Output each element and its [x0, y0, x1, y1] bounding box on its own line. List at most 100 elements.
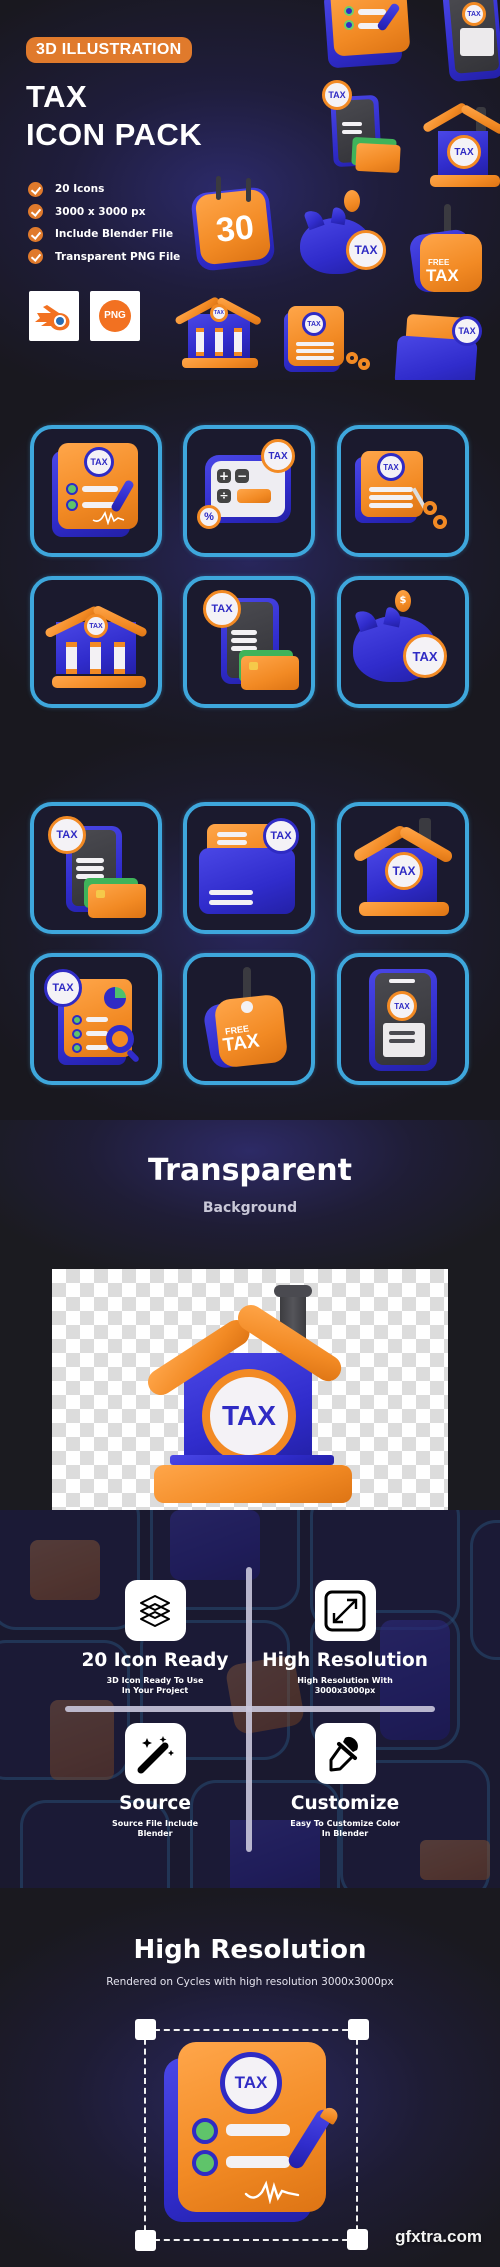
- hero-section: 3D ILLUSTRATION TAX ICON PACK 20 Icons 3…: [0, 0, 500, 380]
- tax-folder-icon: TAX: [392, 310, 492, 380]
- tax-coin: TAX: [84, 447, 114, 477]
- blender-logo-icon: [35, 305, 70, 331]
- icon-grid-section-2: TAX TAX TAX TAX FREE TAX TAX: [0, 740, 500, 1120]
- icon-card[interactable]: + − ÷ TAX %: [183, 425, 315, 557]
- feature-title: High Resolution: [262, 1650, 428, 1671]
- icon-card[interactable]: TAX: [337, 953, 469, 1085]
- png-file-tile: PNG: [90, 291, 140, 341]
- check-circle-icon: [28, 204, 43, 220]
- icon-card[interactable]: TAX: [183, 802, 315, 934]
- tax-coin: TAX: [203, 590, 241, 628]
- tax-house-icon: TAX: [421, 101, 500, 189]
- icon-card[interactable]: $ TAX: [337, 576, 469, 708]
- hero-title: TAX ICON PACK: [26, 78, 202, 154]
- tax-coin: TAX: [447, 135, 481, 169]
- feature-title: Customize: [290, 1793, 400, 1814]
- feature-description: High Resolution With 3000x3000px: [297, 1676, 393, 1695]
- feature-card: Customize Easy To Customize Color In Ble…: [245, 1723, 445, 1838]
- tax-house-icon: TAX: [341, 806, 465, 930]
- tax-coin: TAX: [302, 312, 326, 336]
- tax-bank-icon: TAX: [174, 292, 263, 372]
- feature-list-item: Transparent PNG File: [28, 246, 180, 269]
- resize-handle-top-left[interactable]: [135, 2019, 156, 2040]
- section-title: Transparent: [148, 1153, 352, 1188]
- tax-bank-icon: TAX: [34, 580, 158, 704]
- section-subtitle: Rendered on Cycles with high resolution …: [106, 1976, 394, 1988]
- tax-coin: TAX: [387, 991, 417, 1021]
- icon-grid-section-1: TAX + − ÷ TAX % TAX TAX TAX $ TAX: [0, 380, 500, 740]
- tax-document-cut-icon: TAX: [341, 429, 465, 553]
- transparent-background-section: Transparent Background TAX: [0, 1120, 500, 1510]
- hero-title-line2: ICON PACK: [26, 117, 203, 152]
- tax-coin: TAX: [261, 439, 295, 473]
- color-picker-icon: [314, 1723, 376, 1784]
- feature-card: Source Source File Include Blender: [55, 1723, 255, 1838]
- tax-coin: TAX: [44, 969, 82, 1007]
- tax-coin: TAX: [48, 816, 86, 854]
- tax-coin: TAX: [452, 316, 482, 346]
- feature-label: Include Blender File: [55, 228, 174, 241]
- icon-card[interactable]: TAX: [337, 425, 469, 557]
- hero-title-line1: TAX: [26, 79, 88, 114]
- png-file-icon: PNG: [99, 300, 131, 332]
- high-resolution-section: High Resolution Rendered on Cycles with …: [0, 1888, 500, 2267]
- check-circle-icon: [28, 249, 43, 265]
- calendar-30-icon: 30: [190, 176, 276, 272]
- tax-calculator-icon: + − ÷ TAX %: [187, 429, 311, 553]
- tax-phone-receipt-icon: TAX: [442, 0, 500, 83]
- icon-card[interactable]: TAX: [30, 425, 162, 557]
- feature-label: 3000 x 3000 px: [55, 205, 146, 218]
- divider-horizontal: [65, 1706, 435, 1712]
- icon-card[interactable]: TAX: [30, 802, 162, 934]
- tax-phone-receipt-icon: TAX: [341, 957, 465, 1081]
- tax-coin: TAX: [462, 2, 486, 26]
- tax-coin: TAX: [403, 634, 447, 678]
- feature-list-item: 3000 x 3000 px: [28, 201, 180, 224]
- section-title: High Resolution: [133, 1935, 367, 1965]
- tax-label: TAX: [426, 266, 459, 285]
- category-badge: 3D ILLUSTRATION: [26, 37, 192, 63]
- tax-report-search-icon: TAX: [34, 957, 158, 1081]
- percent-badge: %: [197, 505, 221, 529]
- product-page: 3D ILLUSTRATION TAX ICON PACK 20 Icons 3…: [0, 0, 500, 2267]
- tax-coin: TAX: [346, 230, 386, 270]
- free-tax-tag-icon: FREE TAX: [408, 204, 490, 300]
- blender-file-tile: [29, 291, 79, 341]
- icon-card[interactable]: TAX: [30, 576, 162, 708]
- watermark: gfxtra.com: [395, 2227, 482, 2246]
- resize-handle-top-right[interactable]: [348, 2019, 369, 2040]
- tax-folder-icon: TAX: [187, 806, 311, 930]
- tax-document-cut-icon: TAX: [284, 306, 374, 376]
- icon-card[interactable]: TAX: [337, 802, 469, 934]
- free-tax-tag-icon: FREE TAX: [187, 957, 311, 1081]
- tax-document-checklist-icon: TAX: [34, 429, 158, 553]
- feature-title: Source: [119, 1793, 191, 1814]
- feature-card: 20 Icon Ready 3D Icon Ready To Use In Yo…: [55, 1580, 255, 1695]
- tax-phone-card-icon: TAX: [34, 806, 158, 930]
- features-section: 20 Icon Ready 3D Icon Ready To Use In Yo…: [0, 1510, 500, 1888]
- check-circle-icon: [28, 181, 43, 197]
- feature-description: 3D Icon Ready To Use In Your Project: [106, 1676, 204, 1695]
- resize-handle-bottom-left[interactable]: [135, 2230, 156, 2251]
- layers-icon: [124, 1580, 186, 1641]
- tax-coin: TAX: [377, 453, 405, 481]
- feature-card: High Resolution High Resolution With 300…: [245, 1580, 445, 1695]
- icon-card[interactable]: TAX: [30, 953, 162, 1085]
- feature-description: Easy To Customize Color In Blender: [290, 1819, 400, 1838]
- transparency-preview: TAX: [52, 1269, 448, 1510]
- resize-arrows-icon: [314, 1580, 376, 1641]
- feature-list-item: Include Blender File: [28, 223, 180, 246]
- tax-document-icon: [323, 0, 412, 69]
- resize-handle-bottom-right[interactable]: [347, 2229, 368, 2250]
- icon-card[interactable]: TAX: [183, 576, 315, 708]
- magic-wand-icon: [124, 1723, 186, 1784]
- tax-coin: TAX: [322, 80, 352, 110]
- feature-list: 20 Icons 3000 x 3000 px Include Blender …: [28, 178, 180, 268]
- dollar-coin: $: [395, 590, 411, 612]
- tax-coin: TAX: [385, 852, 423, 890]
- icon-card[interactable]: FREE TAX: [183, 953, 315, 1085]
- tax-phone-card-icon: TAX: [322, 80, 402, 180]
- tax-coin: TAX: [84, 614, 108, 638]
- tax-coin: TAX: [263, 818, 299, 854]
- feature-title: 20 Icon Ready: [81, 1650, 229, 1671]
